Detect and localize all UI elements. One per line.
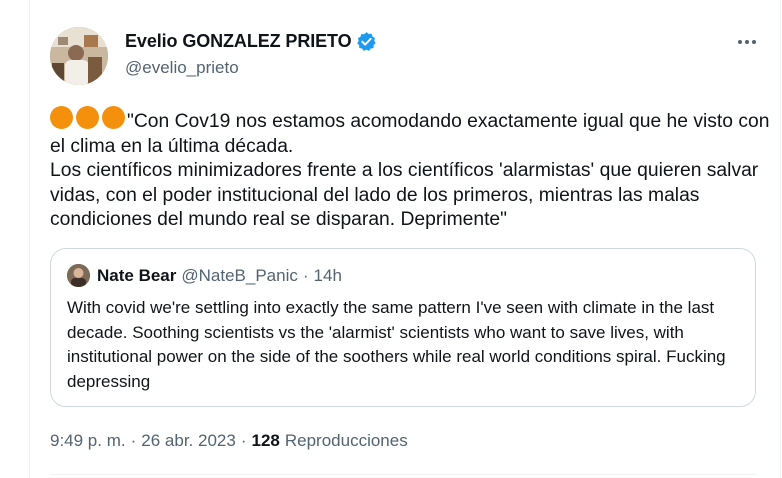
metadata-separator: · xyxy=(130,431,137,450)
tweet-metadata: 9:49 p. m. · 26 abr. 2023 · 128 Reproduc… xyxy=(50,431,408,451)
quoted-timestamp: 14h xyxy=(313,265,342,285)
quoted-tweet-header: Nate Bear @NateB_Panic · 14h xyxy=(67,264,342,287)
metadata-separator: · xyxy=(240,431,247,450)
ellipsis-icon xyxy=(738,40,742,44)
profile-photo xyxy=(50,27,108,85)
orange-circle-icon xyxy=(76,106,99,129)
profile-photo xyxy=(67,264,90,287)
tweet-date[interactable]: 26 abr. 2023 xyxy=(141,431,236,451)
quoted-separator: · xyxy=(302,265,309,285)
views-count: 128 xyxy=(251,431,280,450)
author-avatar[interactable] xyxy=(50,27,108,85)
quoted-author-handle: @NateB_Panic xyxy=(181,265,298,285)
author-name-row: Evelio GONZALEZ PRIETO xyxy=(125,31,377,52)
verified-badge-icon xyxy=(356,32,376,51)
divider xyxy=(50,474,756,475)
tweet-body: "Con Cov19 nos estamos acomodando exacta… xyxy=(50,111,770,230)
quoted-author-name: Nate Bear xyxy=(97,265,177,285)
views-label: Reproducciones xyxy=(284,431,408,450)
tweet-detail: Evelio GONZALEZ PRIETO @evelio_prieto "C… xyxy=(0,0,782,478)
orange-circle-icon xyxy=(50,106,73,129)
more-options-button[interactable] xyxy=(732,30,762,54)
tweet-text: "Con Cov19 nos estamos acomodando exacta… xyxy=(50,106,775,233)
tweet-time[interactable]: 9:49 p. m. xyxy=(50,431,126,451)
quoted-tweet-text: With covid we're settling into exactly t… xyxy=(67,298,726,391)
column-right-border xyxy=(780,0,781,478)
orange-circle-emoji-row xyxy=(50,106,125,129)
orange-circle-icon xyxy=(102,106,125,129)
quoted-author-avatar xyxy=(67,264,90,287)
quoted-tweet-card[interactable]: Nate Bear @NateB_Panic · 14h With covid … xyxy=(50,248,756,407)
author-display-name[interactable]: Evelio GONZALEZ PRIETO xyxy=(125,31,352,52)
column-left-border xyxy=(29,0,30,478)
author-handle[interactable]: @evelio_prieto xyxy=(125,58,239,78)
